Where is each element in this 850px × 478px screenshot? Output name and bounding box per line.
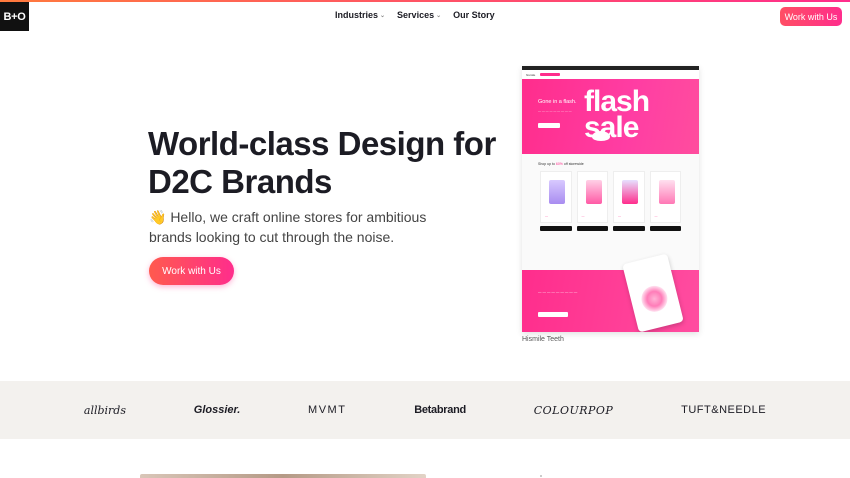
- product-image: [549, 180, 565, 204]
- chevron-down-icon: ⌄: [380, 12, 386, 19]
- product-ring: [638, 283, 671, 315]
- shop-text-rest: off storewide: [562, 162, 584, 166]
- chevron-down-icon: ⌄: [436, 12, 442, 19]
- nav-item-services[interactable]: Services ⌄: [397, 10, 441, 20]
- nav-item-industries[interactable]: Industries ⌄: [335, 10, 385, 20]
- product-card: —: [576, 171, 608, 223]
- product-grid: — — — —: [522, 166, 699, 223]
- lips-icon: [592, 131, 610, 141]
- product-price: —: [545, 214, 548, 218]
- shop-text: Shop up to: [538, 162, 556, 166]
- site-logo[interactable]: B+O: [0, 2, 29, 31]
- product-image: [585, 180, 602, 204]
- shop-heading: Shop up to 60% off storewide: [522, 154, 699, 166]
- hero-title: World-class Design for D2C Brands: [148, 125, 496, 200]
- product-card: —: [540, 171, 572, 223]
- promo-copy: — — — — — — — — —: [538, 290, 578, 294]
- brand-logo-betabrand: Betabrand: [414, 404, 466, 416]
- work-with-us-hero-button[interactable]: Work with Us: [149, 257, 234, 285]
- next-section-image-edge: [140, 474, 426, 478]
- product-image: [658, 180, 675, 204]
- brand-logo-tuft-needle: TUFT&NEEDLE: [681, 404, 767, 416]
- brand-logo-mvmt: MVMT: [308, 404, 347, 416]
- next-section-dot: [540, 475, 542, 477]
- flash-sale-banner: Gone in a flash. — — — — — — — — — flash…: [522, 79, 699, 154]
- brand-logos-strip: allbirds Glossier. MVMT Betabrand COLOUR…: [0, 381, 850, 439]
- showcase-caption: Hismile Teeth: [522, 336, 564, 343]
- product-card: —: [649, 171, 681, 223]
- brand-logo-allbirds: allbirds: [83, 403, 126, 417]
- product-price: —: [618, 214, 621, 218]
- brand-logo-colourpop: COLOURPOP: [533, 403, 614, 417]
- product-price: —: [581, 214, 585, 218]
- showcase-screenshot[interactable]: hismile Gone in a flash. — — — — — — — —…: [522, 66, 699, 332]
- product-box-image: [622, 253, 684, 332]
- product-card: —: [613, 171, 645, 223]
- work-with-us-header-button[interactable]: Work with Us: [780, 7, 842, 26]
- add-to-cart-button: [540, 226, 572, 231]
- nav-label: Services: [397, 10, 435, 20]
- add-to-cart-button: [576, 226, 608, 231]
- product-price: —: [654, 214, 658, 218]
- promo-banner: — — — — — — — — —: [522, 253, 699, 332]
- nav-label: Industries: [335, 10, 379, 20]
- showcase-nav: hismile: [522, 70, 699, 79]
- hero-subtitle: 👋 Hello, we craft online stores for ambi…: [149, 209, 427, 245]
- banner-button: [538, 123, 560, 128]
- add-to-cart-button: [613, 226, 645, 231]
- add-to-cart-button: [649, 226, 681, 231]
- showcase-nav-pill: [540, 73, 561, 76]
- main-nav: Industries ⌄ Services ⌄ Our Story: [335, 10, 495, 20]
- promo-button: [538, 312, 568, 317]
- shop-percent: 60%: [555, 162, 563, 166]
- top-gradient-bar: [0, 0, 850, 2]
- banner-copy: — — — — — — — — —: [538, 109, 572, 113]
- add-buttons-row: [522, 223, 699, 231]
- showcase-brand: hismile: [526, 72, 536, 77]
- product-image: [622, 180, 638, 204]
- nav-item-our-story[interactable]: Our Story: [453, 10, 495, 20]
- nav-label: Our Story: [453, 10, 495, 20]
- banner-title: Gone in a flash.: [538, 99, 577, 105]
- brand-logo-glossier: Glossier.: [193, 404, 241, 416]
